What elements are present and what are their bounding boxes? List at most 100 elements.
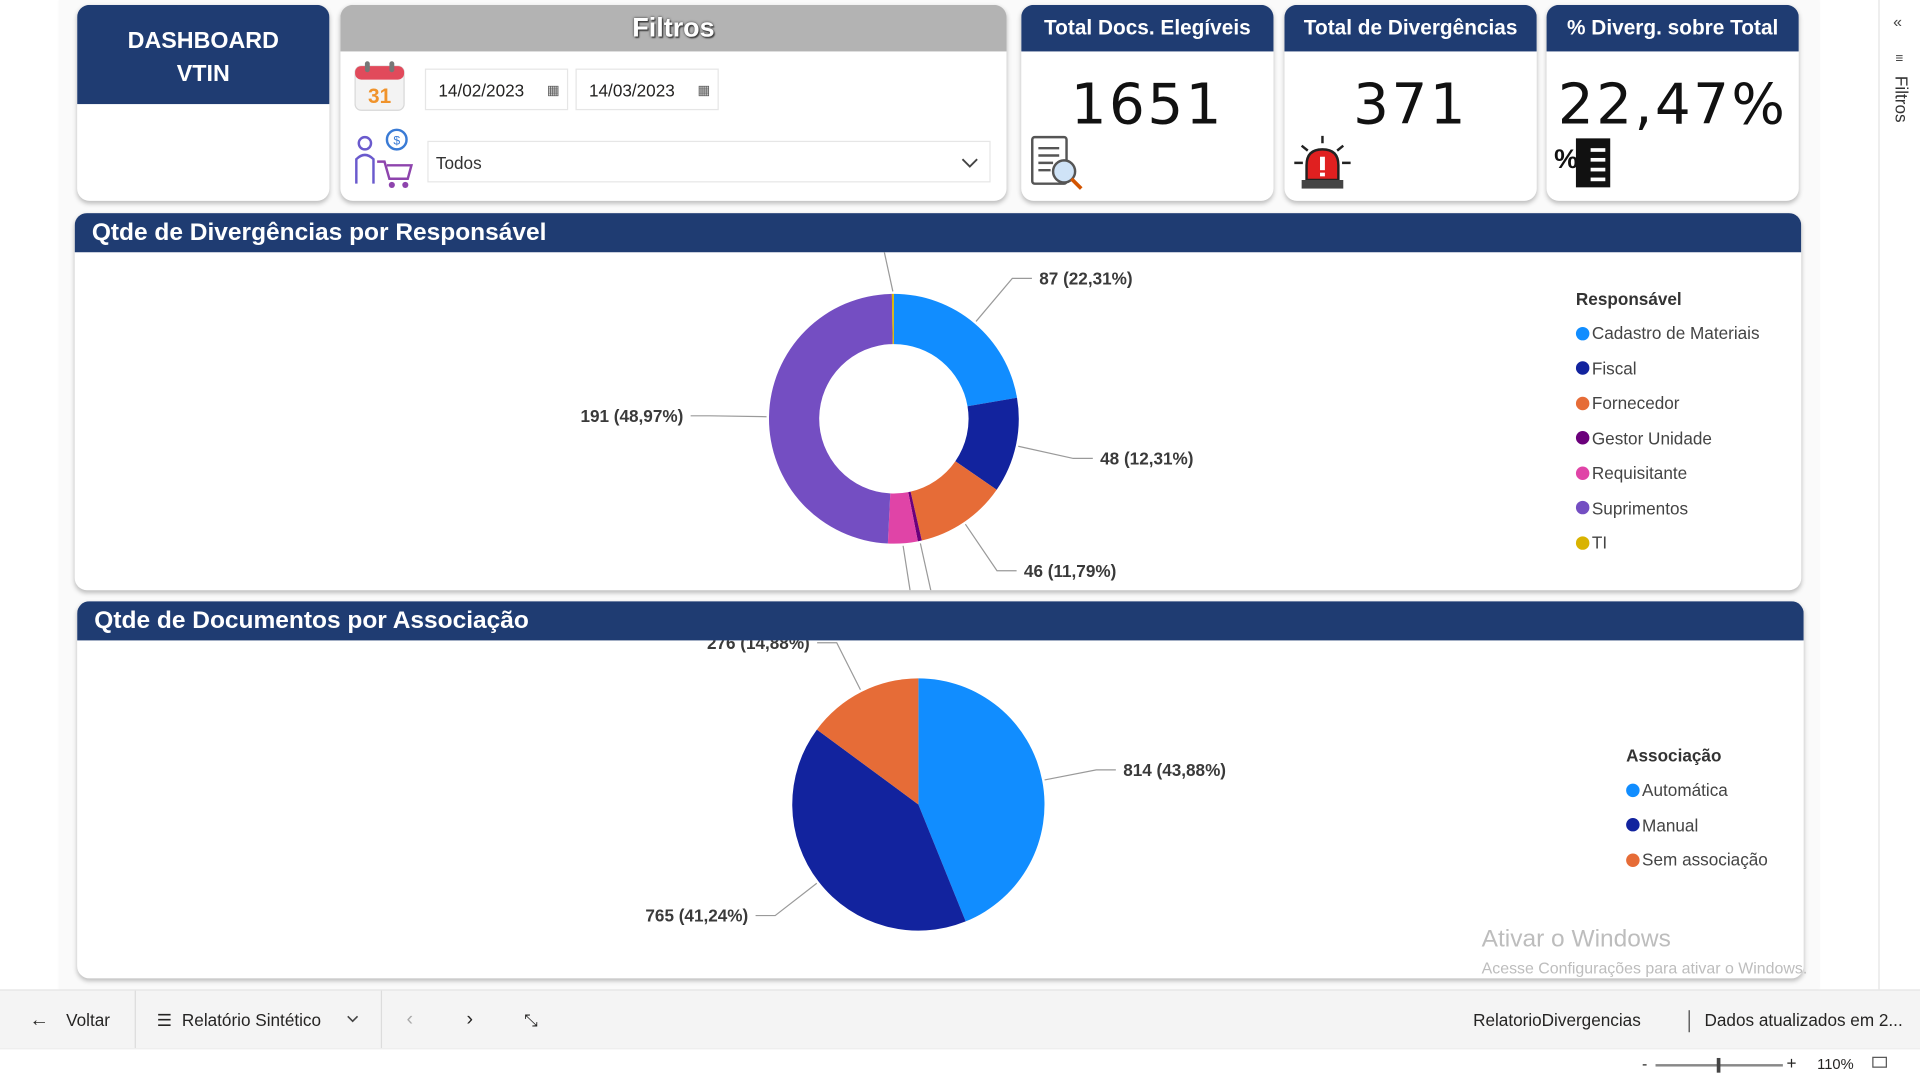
leader-line bbox=[883, 252, 894, 292]
panel-title: Qtde de Documentos por Associação bbox=[77, 601, 1804, 641]
donut-chart: 87 (22,31%) 48 (12,31%) 46 (11,79%) 2 (0,51… bbox=[580, 252, 1193, 591]
dashboard-title: DASHBOARD VTIN bbox=[77, 4, 330, 105]
zoom-bar: - + 110% bbox=[0, 1048, 1920, 1081]
legend-label: Gestor Unidade bbox=[1591, 428, 1712, 448]
windows-activation-watermark: Ativar o Windows Acesse Configurações pa… bbox=[1482, 926, 1808, 977]
legend-label: TI bbox=[1591, 532, 1608, 553]
svg-text:%: % bbox=[1554, 144, 1578, 174]
next-page-icon[interactable]: › bbox=[467, 991, 474, 1050]
data-label: 276 (14,88%) bbox=[707, 640, 810, 652]
data-label: 2 (0,51%) bbox=[960, 589, 1034, 591]
legend-item[interactable]: Fiscal bbox=[1575, 351, 1760, 386]
legend-label: Fiscal bbox=[1591, 358, 1637, 379]
legend-label: Sem associação bbox=[1642, 850, 1768, 870]
legend-item[interactable]: Gestor Unidade bbox=[1575, 421, 1760, 456]
filter-icon: ≡ bbox=[1895, 51, 1904, 67]
legend-label: Requisitante bbox=[1591, 463, 1688, 483]
chevron-down-icon[interactable] bbox=[960, 141, 980, 183]
date-start-value: 14/02/2023 bbox=[438, 80, 525, 101]
legend-item[interactable]: TI bbox=[1575, 525, 1760, 560]
date-start-input[interactable]: 14/02/2023 ▦ bbox=[424, 68, 569, 112]
legend-item[interactable]: Suprimentos bbox=[1575, 490, 1760, 525]
watermark-line1: Ativar o Windows bbox=[1481, 925, 1671, 953]
legend-title: Responsável bbox=[1575, 288, 1682, 309]
pie-slice[interactable] bbox=[893, 293, 1018, 407]
leader-line bbox=[1018, 445, 1093, 460]
back-button[interactable]: ← Voltar bbox=[29, 991, 134, 1050]
dashboard-title-line1: DASHBOARD bbox=[127, 28, 279, 54]
legend-item[interactable]: Cadastro de Materiais bbox=[1575, 316, 1760, 351]
dashboard-title-card: DASHBOARD VTIN bbox=[77, 4, 330, 201]
zoom-out-button[interactable]: - bbox=[1642, 1054, 1647, 1072]
data-label: 191 (48,97%) bbox=[580, 406, 683, 426]
arrow-left-icon: ← bbox=[29, 1010, 49, 1032]
legend-item[interactable]: Sem associação bbox=[1626, 842, 1768, 877]
divider bbox=[134, 990, 136, 1050]
legend-label: Suprimentos bbox=[1591, 498, 1689, 518]
calendar-picker-icon[interactable]: ▦ bbox=[697, 70, 710, 112]
legend-item[interactable]: Requisitante bbox=[1575, 456, 1760, 491]
legend-dot-icon bbox=[1575, 326, 1590, 341]
kpi-title: % Diverg. sobre Total bbox=[1546, 4, 1799, 52]
report-name: RelatorioDivergencias bbox=[1473, 1010, 1641, 1030]
legend-title: Associação bbox=[1626, 745, 1722, 766]
divergencias-por-responsavel-panel: Qtde de Divergências por Responsável 87 … bbox=[74, 213, 1802, 591]
leader-line bbox=[1044, 769, 1116, 781]
legend-dot-icon bbox=[1626, 853, 1640, 867]
zoom-in-button[interactable]: + bbox=[1787, 1053, 1797, 1073]
legend-responsavel: Responsável Cadastro de Materiais Fiscal F… bbox=[1575, 288, 1760, 560]
legend-dot-icon bbox=[1575, 536, 1590, 550]
legend-dot-icon bbox=[1575, 396, 1590, 410]
legend-label: Manual bbox=[1642, 815, 1699, 835]
pie-slice[interactable] bbox=[768, 293, 893, 544]
legend-dot-icon bbox=[1626, 783, 1640, 797]
kpi-value: 22,47% bbox=[1557, 71, 1788, 138]
chevron-down-icon bbox=[345, 991, 360, 1050]
fit-to-page-icon[interactable] bbox=[1872, 1056, 1887, 1068]
calendar-day: 31 bbox=[368, 85, 391, 108]
legend-dot-icon bbox=[1575, 501, 1590, 515]
leader-line bbox=[902, 545, 911, 591]
fit-collapse-icon[interactable]: ⤡ bbox=[524, 991, 538, 1050]
zoom-slider-thumb[interactable] bbox=[1716, 1057, 1721, 1073]
panel-title: Qtde de Divergências por Responsável bbox=[74, 213, 1802, 253]
date-end-value: 14/03/2023 bbox=[588, 80, 675, 101]
divider bbox=[380, 990, 383, 1050]
legend-label: Fornecedor bbox=[1591, 393, 1680, 413]
legend-label: Automática bbox=[1642, 780, 1728, 800]
date-end-input[interactable]: 14/03/2023 ▦ bbox=[575, 68, 719, 112]
alarm-siren-icon bbox=[1292, 133, 1353, 198]
filters-pane-collapsed[interactable]: « ≡ Filtros bbox=[1878, 0, 1920, 990]
svg-text:$: $ bbox=[393, 133, 400, 147]
page-list-icon: ☰ bbox=[156, 1010, 173, 1030]
page-label: Relatório Sintético bbox=[181, 1010, 322, 1030]
zoom-slider[interactable] bbox=[1655, 1057, 1783, 1073]
legend-label: Cadastro de Materiais bbox=[1591, 323, 1760, 344]
legend-item[interactable]: Fornecedor bbox=[1575, 386, 1760, 421]
page-selector[interactable]: ☰ Relatório Sintético bbox=[157, 991, 365, 1050]
calendar-picker-icon[interactable]: ▦ bbox=[547, 70, 560, 112]
buyer-cart-icon: $ bbox=[350, 127, 414, 191]
responsavel-dropdown[interactable]: Todos bbox=[427, 140, 991, 183]
previous-page-icon[interactable]: ‹ bbox=[407, 991, 414, 1050]
data-label: 46 (11,79%) bbox=[1024, 561, 1116, 581]
legend-dot-icon bbox=[1575, 431, 1590, 445]
document-search-icon bbox=[1029, 133, 1085, 198]
data-label: 87 (22,31%) bbox=[1039, 269, 1132, 289]
dropdown-value: Todos bbox=[435, 153, 482, 173]
legend-item[interactable]: Manual bbox=[1626, 808, 1768, 843]
legend-item[interactable]: Automática bbox=[1626, 773, 1768, 808]
legend-dot-icon bbox=[1626, 818, 1640, 832]
percent-table-icon: % bbox=[1554, 133, 1615, 198]
legend-associacao: Associação Automática Manual Sem associaçã… bbox=[1626, 746, 1768, 878]
expand-pane-icon[interactable]: « bbox=[1893, 12, 1902, 30]
documentos-por-associacao-panel: Qtde de Documentos por Associação 814 (4… bbox=[77, 601, 1804, 979]
filters-title: Filtros bbox=[340, 4, 1007, 52]
kpi-percent-divergencias: % Diverg. sobre Total 22,47% % bbox=[1546, 4, 1799, 201]
filters-pane-label[interactable]: Filtros bbox=[1892, 76, 1912, 123]
report-page: DASHBOARD VTIN Filtros 31 14/02/2023 ▦ 1… bbox=[58, 0, 1820, 990]
filters-card: Filtros 31 14/02/2023 ▦ 14/03/2023 ▦ $ T… bbox=[340, 4, 1007, 201]
kpi-value: 371 bbox=[1353, 71, 1469, 138]
kpi-title: Total de Divergências bbox=[1284, 4, 1537, 52]
leader-line bbox=[817, 642, 861, 690]
